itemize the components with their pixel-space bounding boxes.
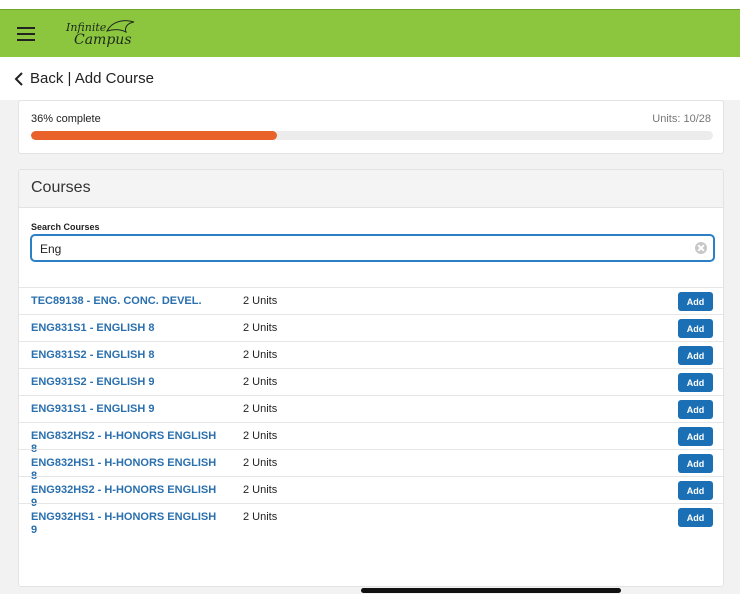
course-units: 2 Units [243, 430, 278, 442]
add-course-button[interactable]: Add [678, 454, 713, 473]
courses-card: Courses Search Courses TEC89138 - ENG. C… [18, 169, 724, 587]
add-course-button[interactable]: Add [678, 481, 713, 500]
course-name-link[interactable]: ENG931S2 - ENGLISH 9 [31, 376, 223, 389]
course-name-link[interactable]: ENG931S1 - ENGLISH 9 [31, 403, 223, 416]
add-course-button[interactable]: Add [678, 346, 713, 365]
progress-label: 36% complete [31, 113, 101, 125]
add-course-button[interactable]: Add [678, 319, 713, 338]
search-label: Search Courses [31, 222, 100, 232]
course-row: ENG831S2 - ENGLISH 8 2 Units Add [19, 341, 723, 368]
course-name-link[interactable]: ENG932HS1 - H-HONORS ENGLISH 9 [31, 511, 223, 537]
app-header: Infinite Campus [0, 9, 740, 57]
course-row: ENG832HS1 - H-HONORS ENGLISH 82 Units Add [19, 449, 723, 482]
course-row: ENG931S1 - ENGLISH 9 2 Units Add [19, 395, 723, 422]
course-row: TEC89138 - ENG. CONC. DEVEL. 2 Units Add [19, 287, 723, 314]
course-units: 2 Units [243, 457, 278, 469]
course-units: 2 Units [243, 322, 278, 334]
infinite-campus-logo: Infinite Campus [64, 15, 154, 53]
add-course-button[interactable]: Add [678, 292, 713, 311]
units-count: Units: 10/28 [652, 113, 711, 125]
back-label: Back | Add Course [30, 70, 154, 87]
course-name-link[interactable]: ENG831S1 - ENGLISH 8 [31, 322, 223, 335]
course-name-link[interactable]: TEC89138 - ENG. CONC. DEVEL. [31, 295, 223, 308]
progress-card: 36% complete Units: 10/28 [18, 100, 724, 154]
chevron-left-icon [14, 71, 23, 86]
course-units: 2 Units [243, 403, 278, 415]
logo-text-bottom: Campus [74, 32, 132, 48]
home-indicator[interactable] [361, 588, 621, 593]
courses-heading: Courses [19, 170, 723, 208]
progress-bar-fill [31, 131, 277, 140]
course-units: 2 Units [243, 484, 278, 496]
add-course-button[interactable]: Add [678, 400, 713, 419]
course-units: 2 Units [243, 376, 278, 388]
add-course-button[interactable]: Add [678, 508, 713, 527]
progress-bar [31, 131, 713, 140]
course-row: ENG831S1 - ENGLISH 8 2 Units Add [19, 314, 723, 341]
course-units: 2 Units [243, 511, 278, 523]
back-button[interactable]: Back | Add Course [14, 70, 154, 87]
course-units: 2 Units [243, 349, 278, 361]
status-bar-strip [0, 0, 740, 9]
search-box[interactable] [30, 234, 715, 262]
sub-navigation-bar: Back | Add Course [0, 57, 740, 100]
course-list: TEC89138 - ENG. CONC. DEVEL. 2 Units Add EN… [19, 287, 723, 536]
add-course-button[interactable]: Add [678, 373, 713, 392]
search-input[interactable] [40, 240, 680, 258]
clear-search-icon[interactable] [695, 242, 707, 254]
add-course-button[interactable]: Add [678, 427, 713, 446]
course-row: ENG932HS1 - H-HONORS ENGLISH 9 2 Units Add [19, 503, 723, 536]
course-units: 2 Units [243, 295, 278, 307]
course-row: ENG832HS2 - H-HONORS ENGLISH 82 Units Add [19, 422, 723, 455]
course-row: ENG931S2 - ENGLISH 9 2 Units Add [19, 368, 723, 395]
course-row: ENG932HS2 - H-HONORS ENGLISH 92 Units Add [19, 476, 723, 509]
course-name-link[interactable]: ENG831S2 - ENGLISH 8 [31, 349, 223, 362]
hamburger-menu-icon[interactable] [17, 27, 35, 41]
